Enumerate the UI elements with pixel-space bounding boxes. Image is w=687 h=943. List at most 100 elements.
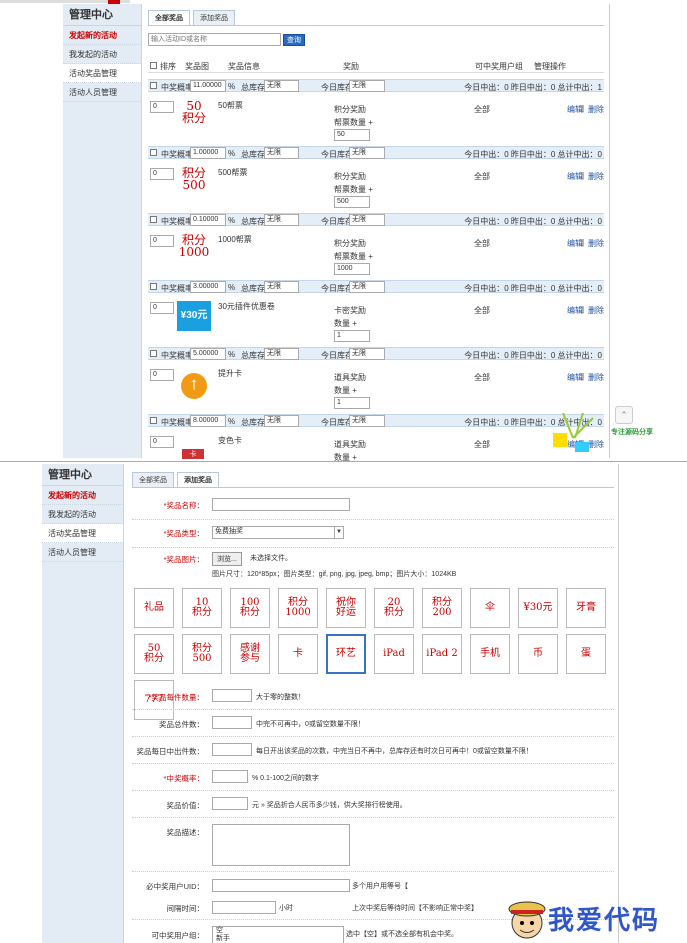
description-textarea[interactable]: [212, 824, 350, 866]
preset-image-tile[interactable]: 蛋: [566, 634, 606, 674]
user-group-listbox[interactable]: 空 新手: [212, 926, 344, 943]
edit-link[interactable]: 编辑: [567, 372, 583, 383]
preset-image-tile[interactable]: 环艺: [326, 634, 366, 674]
preset-image-tile[interactable]: 牙膏: [566, 588, 606, 628]
tab-add-prize-2[interactable]: 添加奖品: [177, 472, 219, 487]
edit-link[interactable]: 编辑: [567, 171, 583, 182]
quantity-input[interactable]: 1: [334, 397, 370, 409]
sort-input[interactable]: 0: [150, 302, 174, 314]
sidebar-item-prize-management-2[interactable]: 活动奖品管理: [42, 524, 123, 543]
prize-row-checkbox[interactable]: [150, 149, 157, 156]
form-field-input[interactable]: [212, 689, 252, 702]
sidebar-item-my-activities-2[interactable]: 我发起的活动: [42, 505, 123, 524]
form-field-row: 奖品总件数： 中完不可再中，0或留空数量不限！: [132, 710, 614, 737]
form-field-input[interactable]: [212, 743, 252, 756]
today-stock-input[interactable]: 无限: [349, 415, 385, 427]
preset-image-tile[interactable]: 手机: [470, 634, 510, 674]
stock-input[interactable]: 无限: [264, 348, 299, 360]
prize-row-checkbox[interactable]: [150, 283, 157, 290]
delete-link[interactable]: 删除: [588, 305, 604, 316]
browse-button[interactable]: 浏览...: [212, 552, 242, 566]
preset-image-tile[interactable]: iPad 2: [422, 634, 462, 674]
stock-input[interactable]: 无限: [264, 281, 299, 293]
prob-input[interactable]: 1.00000: [190, 147, 226, 159]
form-field-input[interactable]: [212, 797, 248, 810]
stock-input[interactable]: 无限: [264, 415, 299, 427]
prize-name-input[interactable]: [212, 498, 350, 511]
preset-image-tile[interactable]: 祝你 好运: [326, 588, 366, 628]
tab-all-prizes[interactable]: 全部奖品: [148, 10, 190, 25]
sort-input[interactable]: 0: [150, 436, 174, 448]
scroll-top-icon[interactable]: ⌃: [615, 406, 633, 424]
sidebar-item-my-activities[interactable]: 我发起的活动: [63, 45, 141, 64]
interval-input[interactable]: [212, 901, 276, 914]
user-group-option-empty[interactable]: 空: [216, 927, 340, 935]
today-stock-input[interactable]: 无限: [349, 80, 385, 92]
sidebar-item-prize-management[interactable]: 活动奖品管理: [63, 64, 141, 83]
uid-input[interactable]: [212, 879, 350, 892]
preset-image-tile[interactable]: ¥30元: [518, 588, 558, 628]
delete-link[interactable]: 删除: [588, 171, 604, 182]
prob-input[interactable]: 3.00000: [190, 281, 226, 293]
sort-input[interactable]: 0: [150, 369, 174, 381]
quantity-input[interactable]: 50: [334, 129, 370, 141]
stock-input[interactable]: 无限: [264, 80, 299, 92]
color-card-icon: 卡: [182, 449, 204, 459]
edit-link[interactable]: 编辑: [567, 238, 583, 249]
delete-link[interactable]: 删除: [588, 372, 604, 383]
quantity-input[interactable]: 1: [334, 330, 370, 342]
edit-link[interactable]: 编辑: [567, 104, 583, 115]
preset-image-tile[interactable]: 卡: [278, 634, 318, 674]
stock-input[interactable]: 无限: [264, 214, 299, 226]
tab-all-prizes-2[interactable]: 全部奖品: [132, 472, 174, 487]
prize-row-checkbox[interactable]: [150, 82, 157, 89]
quantity-input[interactable]: 500: [334, 196, 370, 208]
today-stock-input[interactable]: 无限: [349, 214, 385, 226]
stock-input[interactable]: 无限: [264, 147, 299, 159]
today-stock-input[interactable]: 无限: [349, 348, 385, 360]
today-stock-input[interactable]: 无限: [349, 281, 385, 293]
sidebar-item-new-activity[interactable]: 发起新的活动: [63, 26, 141, 45]
prob-input[interactable]: 5.00000: [190, 348, 226, 360]
watermark-pirate-icon: [503, 895, 551, 943]
delete-link[interactable]: 删除: [588, 104, 604, 115]
preset-image-tile[interactable]: iPad: [374, 634, 414, 674]
tab-add-prize[interactable]: 添加奖品: [193, 10, 235, 25]
preset-image-tile[interactable]: 伞: [470, 588, 510, 628]
edit-link[interactable]: 编辑: [567, 305, 583, 316]
delete-link[interactable]: 删除: [588, 238, 604, 249]
prob-input[interactable]: 8.00000: [190, 415, 226, 427]
user-group-option-newbie[interactable]: 新手: [216, 935, 340, 943]
today-stock-input[interactable]: 无限: [349, 147, 385, 159]
preset-image-tile[interactable]: 感谢 参与: [230, 634, 270, 674]
preset-image-tile[interactable]: 积分 200: [422, 588, 462, 628]
preset-image-tile[interactable]: 积分 1000: [278, 588, 318, 628]
prize-row-checkbox[interactable]: [150, 417, 157, 424]
preset-image-tile[interactable]: 100 积分: [230, 588, 270, 628]
quantity-input[interactable]: 1000: [334, 263, 370, 275]
preset-image-tile[interactable]: 礼品: [134, 588, 174, 628]
search-button[interactable]: 查询: [283, 34, 305, 46]
sidebar-item-new-activity-2[interactable]: 发起新的活动: [42, 486, 123, 505]
form-field-input[interactable]: [212, 716, 252, 729]
sidebar-item-member-management-2[interactable]: 活动人员管理: [42, 543, 123, 562]
sort-input[interactable]: 0: [150, 235, 174, 247]
prize-row-checkbox[interactable]: [150, 350, 157, 357]
select-all-checkbox[interactable]: [150, 62, 157, 69]
preset-image-tile[interactable]: 币: [518, 634, 558, 674]
form-field-input[interactable]: [212, 770, 248, 783]
sort-input[interactable]: 0: [150, 168, 174, 180]
prize-type-select[interactable]: 免费抽奖 ▼: [212, 526, 344, 539]
preset-image-tile[interactable]: 50 积分: [134, 634, 174, 674]
prize-row-checkbox[interactable]: [150, 216, 157, 223]
preset-image-tile[interactable]: 积分 500: [182, 634, 222, 674]
sort-input[interactable]: 0: [150, 101, 174, 113]
prob-input[interactable]: 11.00000: [190, 80, 226, 92]
search-input[interactable]: [148, 33, 281, 46]
form-field-hint: 每日开出该奖品的次数，中完当日不再中，总库存还有时次日可再中！0或留空数量不限！: [256, 748, 533, 755]
header-operations: 管理操作: [534, 62, 566, 71]
preset-image-tile[interactable]: 20 积分: [374, 588, 414, 628]
prob-input[interactable]: 0.10000: [190, 214, 226, 226]
preset-image-tile[interactable]: 10 积分: [182, 588, 222, 628]
sidebar-item-member-management[interactable]: 活动人员管理: [63, 83, 141, 102]
